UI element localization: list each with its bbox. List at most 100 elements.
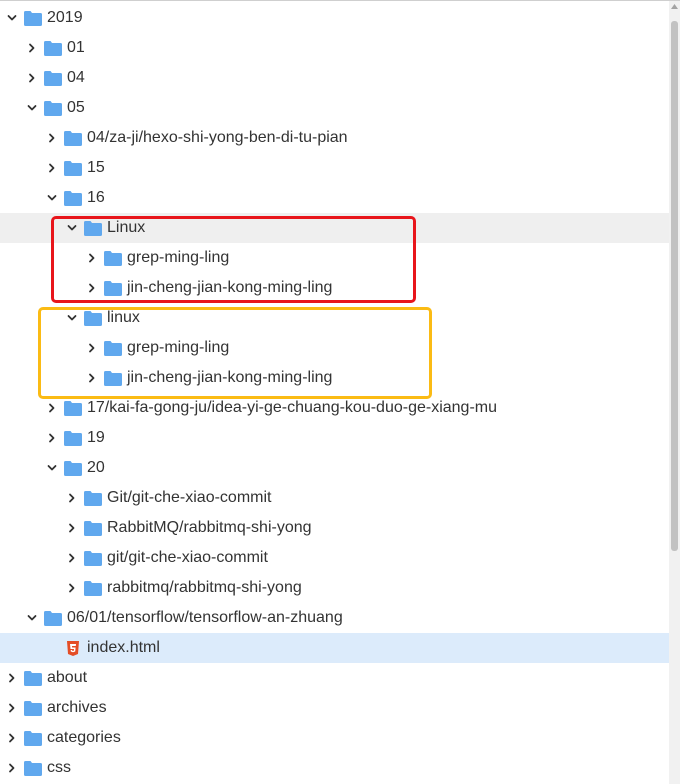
tree-folder-item[interactable]: 06/01/tensorflow/tensorflow-an-zhuang — [0, 603, 669, 633]
tree-folder-item[interactable]: linux — [0, 303, 669, 333]
tree-folder-item[interactable]: 04 — [0, 63, 669, 93]
tree-item-label: Git/git-che-xiao-commit — [107, 489, 272, 506]
tree-folder-item[interactable]: 04/za-ji/hexo-shi-yong-ben-di-tu-pian — [0, 123, 669, 153]
folder-icon — [84, 490, 102, 506]
folder-icon — [44, 100, 62, 116]
folder-icon — [104, 250, 122, 266]
folder-icon — [24, 10, 42, 26]
chevron-right-icon[interactable] — [44, 430, 60, 446]
tree-folder-item[interactable]: categories — [0, 723, 669, 753]
chevron-down-icon[interactable] — [24, 100, 40, 116]
tree-item-label: 06/01/tensorflow/tensorflow-an-zhuang — [67, 609, 343, 626]
chevron-right-icon[interactable] — [4, 730, 20, 746]
chevron-right-icon[interactable] — [64, 520, 80, 536]
folder-icon — [84, 580, 102, 596]
chevron-right-icon[interactable] — [4, 700, 20, 716]
scrollbar-thumb[interactable] — [671, 21, 678, 551]
folder-icon — [84, 520, 102, 536]
tree-folder-item[interactable]: Git/git-che-xiao-commit — [0, 483, 669, 513]
tree-folder-item[interactable]: jin-cheng-jian-kong-ming-ling — [0, 363, 669, 393]
tree-folder-item[interactable]: 15 — [0, 153, 669, 183]
tree-folder-item[interactable]: 20 — [0, 453, 669, 483]
folder-icon — [24, 700, 42, 716]
chevron-right-icon[interactable] — [64, 550, 80, 566]
file-tree: 2019 01 04 05 04/za-ji/hexo-shi-yong-ben-di-… — [0, 1, 669, 784]
tree-item-label: 04 — [67, 69, 85, 86]
tree-folder-item[interactable]: 2019 — [0, 3, 669, 33]
folder-icon — [44, 40, 62, 56]
scroll-up-arrow-icon[interactable] — [669, 1, 680, 11]
folder-icon — [84, 220, 102, 236]
tree-item-label: Linux — [107, 219, 146, 236]
chevron-right-icon[interactable] — [24, 70, 40, 86]
folder-icon — [84, 550, 102, 566]
folder-icon — [84, 310, 102, 326]
tree-folder-item[interactable]: 05 — [0, 93, 669, 123]
folder-icon — [64, 430, 82, 446]
folder-icon — [44, 610, 62, 626]
chevron-right-icon[interactable] — [64, 490, 80, 506]
chevron-right-icon[interactable] — [84, 280, 100, 296]
chevron-down-icon[interactable] — [64, 220, 80, 236]
tree-folder-item[interactable]: jin-cheng-jian-kong-ming-ling — [0, 273, 669, 303]
chevron-down-icon[interactable] — [64, 310, 80, 326]
tree-item-label: git/git-che-xiao-commit — [107, 549, 268, 566]
folder-icon — [104, 370, 122, 386]
chevron-right-icon[interactable] — [4, 760, 20, 776]
folder-icon — [64, 400, 82, 416]
tree-folder-item[interactable]: css — [0, 753, 669, 783]
folder-icon — [64, 190, 82, 206]
tree-item-label: css — [47, 759, 71, 776]
folder-icon — [104, 280, 122, 296]
tree-item-label: index.html — [87, 639, 160, 656]
tree-item-label: linux — [107, 309, 140, 326]
chevron-right-icon[interactable] — [44, 400, 60, 416]
chevron-right-icon[interactable] — [44, 160, 60, 176]
chevron-right-icon[interactable] — [24, 40, 40, 56]
tree-item-label: jin-cheng-jian-kong-ming-ling — [127, 279, 333, 296]
chevron-right-icon[interactable] — [84, 340, 100, 356]
tree-folder-item[interactable]: grep-ming-ling — [0, 243, 669, 273]
tree-item-label: RabbitMQ/rabbitmq-shi-yong — [107, 519, 312, 536]
tree-folder-item[interactable]: about — [0, 663, 669, 693]
tree-folder-item[interactable]: grep-ming-ling — [0, 333, 669, 363]
tree-item-label: categories — [47, 729, 121, 746]
tree-folder-item[interactable]: archives — [0, 693, 669, 723]
tree-item-label: jin-cheng-jian-kong-ming-ling — [127, 369, 333, 386]
tree-item-label: archives — [47, 699, 107, 716]
tree-folder-item[interactable]: 01 — [0, 33, 669, 63]
vertical-scrollbar[interactable] — [669, 1, 680, 784]
chevron-right-icon[interactable] — [44, 130, 60, 146]
tree-folder-item[interactable]: 19 — [0, 423, 669, 453]
tree-item-label: about — [47, 669, 88, 686]
html5-icon — [64, 640, 82, 656]
tree-item-label: 05 — [67, 99, 85, 116]
tree-folder-item[interactable]: 17/kai-fa-gong-ju/idea-yi-ge-chuang-kou-… — [0, 393, 669, 423]
tree-item-label: 2019 — [47, 9, 83, 26]
chevron-right-icon[interactable] — [4, 670, 20, 686]
folder-icon — [64, 460, 82, 476]
tree-file-item[interactable]: index.html — [0, 633, 669, 663]
folder-icon — [64, 160, 82, 176]
tree-item-label: 04/za-ji/hexo-shi-yong-ben-di-tu-pian — [87, 129, 348, 146]
tree-folder-item[interactable]: Linux — [0, 213, 669, 243]
chevron-right-icon[interactable] — [64, 580, 80, 596]
chevron-down-icon[interactable] — [44, 460, 60, 476]
folder-icon — [24, 670, 42, 686]
folder-icon — [64, 130, 82, 146]
tree-folder-item[interactable]: git/git-che-xiao-commit — [0, 543, 669, 573]
tree-item-label: 01 — [67, 39, 85, 56]
tree-folder-item[interactable]: 16 — [0, 183, 669, 213]
chevron-right-icon[interactable] — [84, 250, 100, 266]
tree-item-label: grep-ming-ling — [127, 249, 230, 266]
tree-item-label: 19 — [87, 429, 105, 446]
chevron-right-icon[interactable] — [84, 370, 100, 386]
tree-folder-item[interactable]: rabbitmq/rabbitmq-shi-yong — [0, 573, 669, 603]
tree-folder-item[interactable]: RabbitMQ/rabbitmq-shi-yong — [0, 513, 669, 543]
chevron-down-icon[interactable] — [4, 10, 20, 26]
tree-item-label: 20 — [87, 459, 105, 476]
chevron-down-icon[interactable] — [44, 190, 60, 206]
chevron-down-icon[interactable] — [24, 610, 40, 626]
folder-icon — [24, 730, 42, 746]
tree-item-label: grep-ming-ling — [127, 339, 230, 356]
